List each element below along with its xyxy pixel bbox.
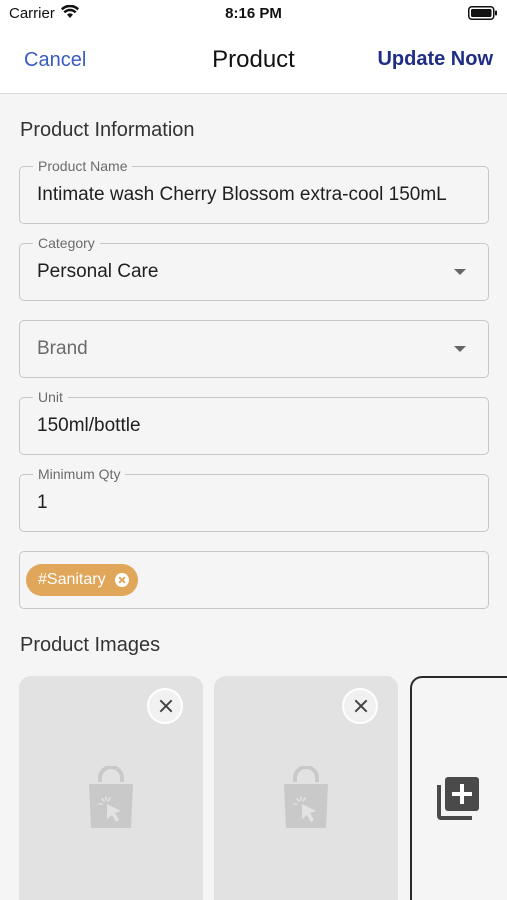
add-photo-icon <box>437 777 479 820</box>
category-value: Personal Care <box>37 261 159 282</box>
brand-placeholder: Brand <box>37 338 88 359</box>
battery-icon <box>468 6 497 20</box>
close-icon[interactable] <box>147 688 183 724</box>
dropdown-arrow-icon[interactable] <box>454 269 466 275</box>
minimum-qty-value[interactable]: 1 <box>37 491 482 515</box>
unit-label: Unit <box>33 388 68 406</box>
close-icon[interactable] <box>342 688 378 724</box>
update-now-button[interactable]: Update Now <box>377 48 493 71</box>
brand-select[interactable]: Brand <box>19 320 489 378</box>
status-bar: Carrier 8:16 PM <box>0 0 507 28</box>
category-label: Category <box>33 234 100 252</box>
category-select[interactable]: Category Personal Care <box>19 234 489 301</box>
product-name-label: Product Name <box>33 157 133 175</box>
shopping-bag-icon <box>89 766 133 828</box>
dropdown-arrow-icon[interactable] <box>454 346 466 352</box>
unit-value[interactable]: 150ml/bottle <box>37 414 482 438</box>
product-images-heading: Product Images <box>20 634 161 656</box>
tag-chip-label: #Sanitary <box>38 571 106 588</box>
product-name-field[interactable]: Product Name Intimate wash Cherry Blosso… <box>19 157 489 224</box>
tags-field[interactable]: #Sanitary <box>19 551 489 609</box>
product-information-heading: Product Information <box>20 119 195 141</box>
add-image-button[interactable] <box>410 676 507 900</box>
product-name-value[interactable]: Intimate wash Cherry Blossom extra-cool … <box>37 183 482 207</box>
tag-chip[interactable]: #Sanitary <box>26 564 138 596</box>
chip-remove-icon[interactable] <box>114 573 129 587</box>
product-image-card[interactable] <box>19 676 203 900</box>
minimum-qty-field[interactable]: Minimum Qty 1 <box>19 465 489 532</box>
status-time: 8:16 PM <box>225 5 282 22</box>
unit-field[interactable]: Unit 150ml/bottle <box>19 388 489 455</box>
minimum-qty-label: Minimum Qty <box>33 465 126 483</box>
navigation-bar: Cancel Product Update Now <box>0 28 507 94</box>
shopping-bag-icon <box>284 766 328 828</box>
product-image-card[interactable] <box>214 676 398 900</box>
